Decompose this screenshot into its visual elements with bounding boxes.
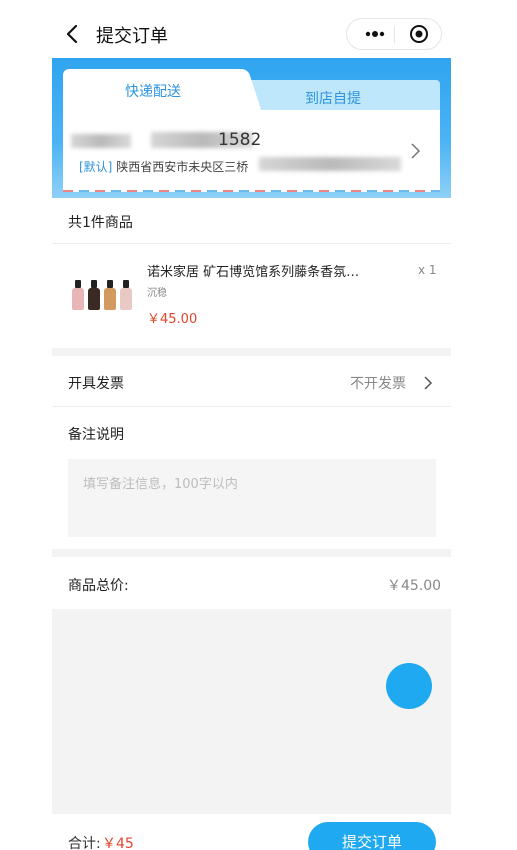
capsule-divider	[394, 26, 395, 43]
sum-value: ￥45	[102, 836, 134, 850]
navigation-bar: 提交订单	[52, 12, 451, 56]
invoice-value[interactable]: 不开发票	[350, 373, 406, 393]
section-gap	[52, 348, 451, 356]
blurred-recipient-name	[71, 134, 131, 148]
bottle-amber	[104, 280, 116, 310]
bottle-rose	[120, 280, 132, 310]
invoice-label[interactable]: 开具发票	[68, 373, 124, 393]
chevron-right-icon[interactable]	[423, 375, 433, 391]
empty-content-area	[52, 609, 451, 814]
product-count: 共1件商品	[68, 215, 133, 231]
section-gap	[52, 549, 451, 557]
tab-store-pickup-label: 到店自提	[305, 91, 361, 107]
address-text: 陕西省西安市未央区三桥	[116, 160, 249, 174]
address-line: [默认] 陕西省西安市未央区三桥	[79, 158, 248, 175]
total-price-value: ￥45.00	[387, 578, 442, 594]
blurred-address	[259, 157, 401, 171]
note-label: 备注说明	[68, 427, 124, 443]
bottle-dark	[88, 280, 100, 310]
divider	[52, 243, 451, 244]
address-card[interactable]: 1582 [默认] 陕西省西安市未央区三桥	[63, 110, 440, 192]
submit-order-button[interactable]: 提交订单	[308, 822, 436, 850]
sum-label: 合计:	[68, 836, 101, 850]
product-spec: 沉稳	[147, 288, 167, 299]
back-arrow-icon[interactable]	[60, 20, 84, 48]
close-target-icon[interactable]	[402, 19, 442, 49]
product-thumbnail[interactable]	[70, 264, 136, 320]
default-address-tag: [默认]	[79, 160, 113, 174]
chevron-right-icon	[411, 143, 421, 159]
tab-store-pickup[interactable]: 到店自提	[243, 80, 440, 112]
tab-express-delivery[interactable]: 快递配送	[63, 69, 245, 113]
envelope-dashed-border	[63, 190, 440, 192]
note-input[interactable]	[68, 459, 436, 537]
checkout-footer: 合计: ￥45 提交订单	[52, 814, 451, 850]
miniprogram-capsule	[346, 18, 442, 50]
page-title: 提交订单	[96, 26, 168, 47]
product-name: 诺米家居 矿石博览馆系列藤条香氛…	[147, 265, 360, 280]
recipient-phone: 1582	[218, 130, 262, 150]
tab-express-delivery-label: 快递配送	[125, 84, 181, 100]
floating-action-button[interactable]	[386, 663, 432, 709]
bottle-pink	[72, 280, 84, 310]
product-quantity: x 1	[418, 263, 437, 277]
more-dots-icon[interactable]	[355, 19, 395, 49]
divider	[52, 406, 451, 407]
total-price-label: 商品总价:	[68, 578, 129, 594]
product-price: ￥45.00	[147, 312, 198, 327]
